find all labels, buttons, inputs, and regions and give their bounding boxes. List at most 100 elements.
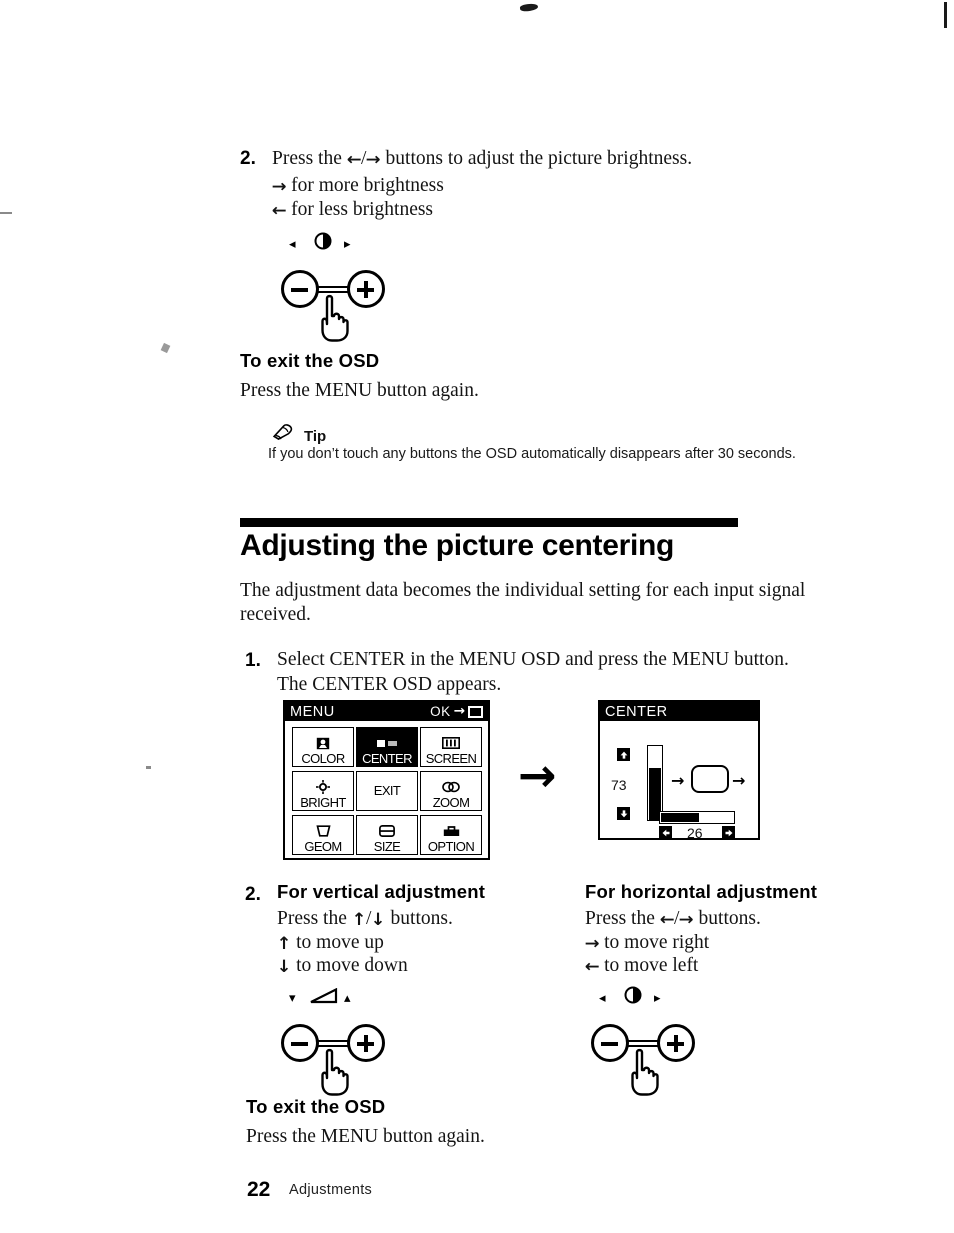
vertical-button-illustration: ▾ ▴ — [275, 986, 395, 1096]
exit-osd-heading-bottom: To exit the OSD — [246, 1096, 386, 1117]
plus-glyph-vertical — [363, 1035, 368, 1052]
picture-left-arrow-icon: → — [671, 771, 685, 790]
menu-cell-size[interactable]: SIZE — [356, 815, 418, 855]
right-arrow-icon: → — [271, 177, 287, 197]
menu-cell-exit[interactable]: EXIT — [356, 771, 418, 811]
menu-cell-label: GEOM — [304, 839, 342, 854]
left-arrow-icon: ← — [659, 910, 675, 930]
scan-artifact-edge-mark — [944, 2, 947, 28]
vertical-adjustment-line2: ↑ to move up — [277, 930, 384, 955]
minus-glyph — [601, 1041, 618, 1046]
left-arrow-icon — [662, 829, 669, 836]
brightness-step-line1-post: buttons to adjust the picture brightness… — [380, 148, 693, 169]
up-arrow-icon: ↑ — [351, 910, 367, 930]
scan-artifact-tick — [0, 212, 12, 214]
select-step-number: 1. — [245, 650, 261, 671]
menu-osd-grid: COLOR CENTER SCREEN BRIGHT EXIT ZOOM GEO… — [292, 727, 482, 855]
horizontal-adjustment-heading: For horizontal adjustment — [585, 881, 818, 902]
vertical-line1-post: buttons. — [385, 908, 453, 929]
screen-icon — [442, 735, 460, 751]
left-arrow-icon: ← — [271, 201, 287, 221]
horizontal-line1-pre: Press the — [585, 908, 660, 929]
menu-cell-center[interactable]: CENTER — [356, 727, 418, 767]
button-symbol-row: ◂ ▸ — [275, 232, 395, 254]
button-symbol-row: ◂ ▸ — [585, 986, 705, 1008]
menu-osd: MENU OK → COLOR CENTER SCREEN BRIGHT EXI… — [283, 700, 490, 860]
option-icon — [443, 823, 460, 839]
brightness-step-line1: Press the ←/→ buttons to adjust the pict… — [272, 146, 692, 171]
left-caret-icon: ◂ — [289, 237, 296, 252]
menu-cell-label: OPTION — [427, 839, 475, 854]
menu-cell-color[interactable]: COLOR — [292, 727, 354, 767]
center-osd-body: 73 → → 26 — [603, 723, 755, 841]
left-arrow-icon: ← — [584, 957, 600, 977]
horizontal-value: 26 — [687, 825, 703, 841]
adjust-step-number: 2. — [245, 884, 261, 905]
horizontal-adjustment-line2: → to move right — [585, 930, 710, 955]
menu-cell-label: BRIGHT — [300, 795, 346, 810]
vertical-adjustment-heading: For vertical adjustment — [277, 881, 486, 902]
menu-button-icon — [468, 705, 483, 718]
menu-osd-ok-hint: OK → — [430, 704, 483, 719]
menu-cell-geom[interactable]: GEOM — [292, 815, 354, 855]
section-intro-line2: received. — [240, 604, 311, 625]
menu-cell-label: COLOR — [301, 751, 345, 766]
right-caret-icon: ▸ — [654, 991, 661, 1006]
up-arrow-icon: ↑ — [276, 934, 292, 954]
move-down-label: to move down — [291, 955, 408, 976]
down-caret-icon: ▾ — [289, 991, 296, 1006]
vertical-adjustment-line1: Press the ↑/↓ buttons. — [277, 906, 453, 931]
vertical-down-button[interactable] — [617, 807, 630, 820]
scan-artifact-dot — [146, 766, 151, 769]
move-left-label: to move left — [599, 955, 699, 976]
minus-glyph — [291, 1041, 308, 1046]
document-page: 2. Press the ←/→ buttons to adjust the p… — [0, 0, 954, 1233]
horizontal-right-button[interactable] — [722, 826, 735, 839]
menu-osd-titlebar: MENU OK → — [285, 702, 488, 721]
vertical-up-button[interactable] — [617, 748, 630, 761]
plus-glyph-vertical — [673, 1035, 678, 1052]
vertical-slider-track[interactable] — [647, 745, 663, 821]
move-right-label: to move right — [599, 932, 710, 953]
brightness-step-line1-pre: Press the — [272, 148, 347, 169]
minus-glyph — [291, 287, 308, 292]
right-arrow-icon: → — [366, 150, 382, 170]
up-caret-icon: ▴ — [344, 991, 351, 1006]
pointing-hand-icon — [321, 1048, 349, 1096]
menu-cell-option[interactable]: OPTION — [420, 815, 482, 855]
down-arrow-icon: ↓ — [276, 957, 292, 977]
scan-artifact-tick-secondary — [160, 342, 171, 354]
menu-cell-bright[interactable]: BRIGHT — [292, 771, 354, 811]
menu-cell-label: SCREEN — [425, 751, 477, 766]
horizontal-left-button[interactable] — [659, 826, 672, 839]
brightness-icon — [316, 779, 330, 795]
exit-osd-heading-top: To exit the OSD — [240, 350, 380, 371]
brightness-step-number: 2. — [240, 148, 256, 169]
down-arrow-icon — [620, 809, 627, 817]
geometry-icon — [315, 823, 332, 839]
menu-cell-label: EXIT — [373, 783, 401, 798]
horizontal-line1-post: buttons. — [693, 908, 761, 929]
running-title: Adjustments — [289, 1182, 373, 1198]
brightness-more-label: for more brightness — [286, 175, 444, 196]
menu-cell-screen[interactable]: SCREEN — [420, 727, 482, 767]
pointing-hand-icon — [321, 294, 349, 342]
left-caret-icon: ◂ — [599, 991, 606, 1006]
flow-arrow-icon: → — [518, 748, 557, 802]
zoom-icon — [442, 779, 460, 795]
menu-cell-zoom[interactable]: ZOOM — [420, 771, 482, 811]
tip-label: Tip — [304, 428, 327, 445]
picture-right-arrow-icon: → — [732, 771, 746, 790]
section-rule — [240, 518, 738, 527]
brightness-step-line3: ← for less brightness — [272, 197, 433, 222]
right-arrow-icon: → — [679, 910, 695, 930]
page-number: 22 — [247, 1178, 271, 1201]
plus-glyph-vertical — [363, 281, 368, 298]
horizontal-slider-track[interactable] — [659, 811, 735, 824]
left-arrow-icon: ← — [346, 150, 362, 170]
exit-osd-body-bottom: Press the MENU button again. — [246, 1126, 485, 1147]
horizontal-adjustment-line3: ← to move left — [584, 953, 699, 978]
picture-area-rect — [691, 765, 729, 793]
select-step-line1: Select CENTER in the MENU OSD and press … — [277, 649, 789, 670]
select-step-line2: The CENTER OSD appears. — [277, 674, 502, 695]
